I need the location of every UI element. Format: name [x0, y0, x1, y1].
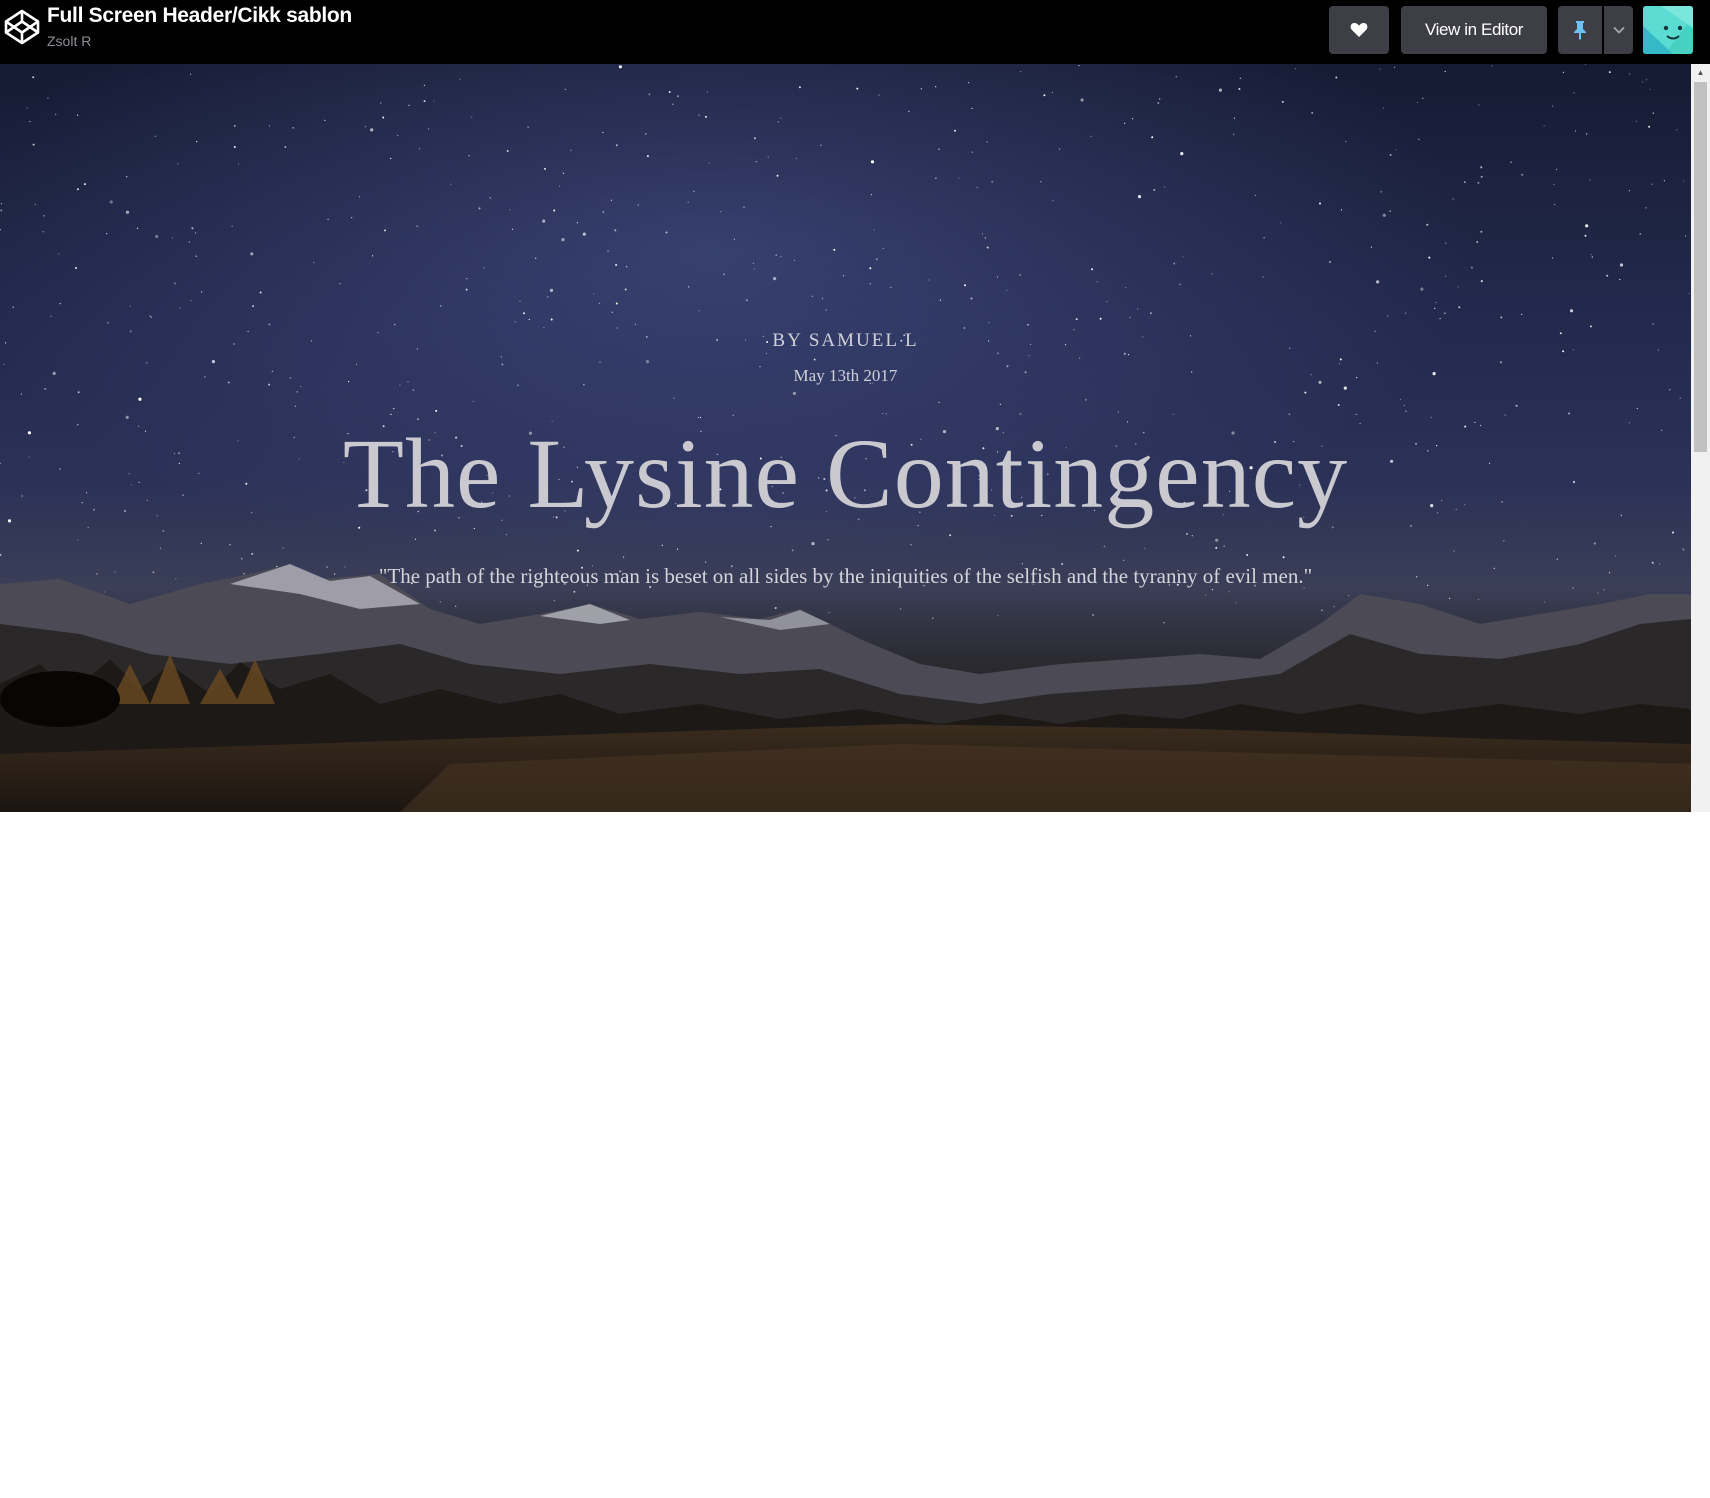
like-button[interactable] [1329, 6, 1389, 54]
article-date: May 13th 2017 [793, 366, 898, 385]
scroll-up-arrow-icon[interactable]: ▲ [1691, 64, 1710, 81]
heart-icon [1350, 23, 1368, 37]
chevron-down-icon [1612, 26, 1625, 34]
smiley-avatar-icon [1643, 6, 1693, 54]
pin-icon [1574, 21, 1586, 40]
pen-title[interactable]: Full Screen Header/Cikk sablon [47, 4, 352, 28]
article-byline: BY SAMUEL L [772, 330, 919, 351]
article-quote: "The path of the righteous man is beset … [378, 564, 1313, 588]
user-avatar[interactable] [1643, 6, 1693, 54]
hero-header: BY SAMUEL L May 13th 2017 The Lysine Con… [0, 64, 1691, 812]
codepen-logo-icon[interactable] [4, 9, 40, 45]
pin-button[interactable] [1558, 6, 1602, 54]
view-in-editor-button[interactable]: View in Editor [1401, 6, 1547, 54]
pin-options-button[interactable] [1604, 6, 1633, 54]
article-headline: The Lysine Contingency [342, 418, 1349, 529]
top-bar: Full Screen Header/Cikk sablon Zsolt R V… [0, 0, 1710, 64]
scrollbar-thumb[interactable] [1694, 82, 1707, 452]
pen-author[interactable]: Zsolt R [47, 33, 91, 49]
vertical-scrollbar[interactable]: ▲ [1691, 64, 1710, 812]
